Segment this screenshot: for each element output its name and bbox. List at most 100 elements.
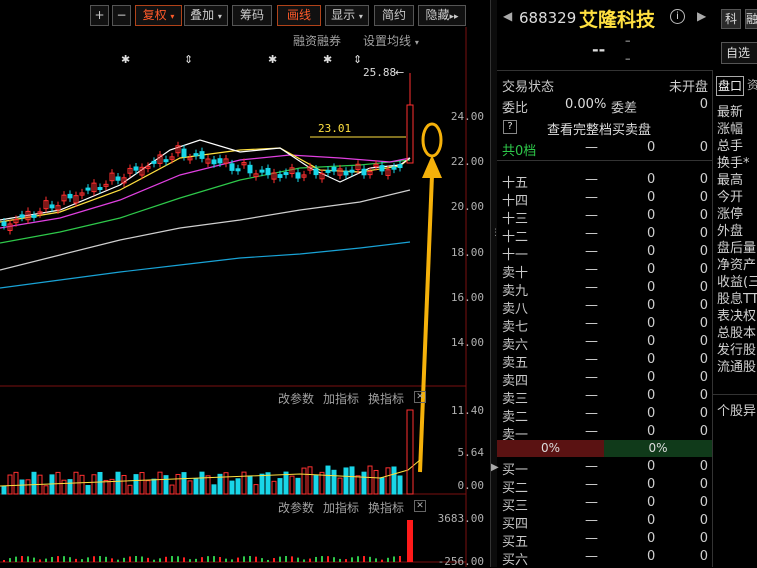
vol-tick: 0.00 (457, 479, 485, 492)
volume-bar (373, 469, 379, 495)
volume-bar (25, 479, 31, 495)
macd-bar (45, 558, 47, 562)
volume-bar (133, 474, 139, 495)
info-icon[interactable]: i (670, 9, 685, 24)
candle (391, 166, 397, 170)
macd-bar (393, 556, 395, 562)
volume-bar (325, 465, 331, 495)
macd-huanzhibiao[interactable]: 换指标 (368, 499, 404, 516)
macd-bar (99, 556, 101, 562)
candle (85, 187, 91, 191)
kline-chart-area[interactable]: + − 复权 ▾ 叠加 ▾ 筹码 画线 显示 ▾ 简约 隐藏▸▸ 融资融券 设置… (0, 0, 490, 568)
buy-level-row: 买三 — 0 0 (497, 495, 712, 514)
level-price: — (585, 262, 598, 277)
next-stock-icon[interactable]: ▶ (697, 9, 706, 23)
macd-gaicanshu[interactable]: 改参数 (278, 499, 314, 516)
level-label: 卖四 (502, 374, 529, 389)
macd-bar (339, 558, 341, 562)
candlesticks (1, 141, 403, 235)
prev-stock-icon[interactable]: ◀ (503, 9, 512, 23)
sell-level-row: 十二 — 0 0 (497, 226, 712, 245)
volume-bar (211, 484, 217, 495)
side-footer-link[interactable]: 个股异 (717, 400, 756, 419)
sell-level-row: 卖八 — 0 0 (497, 298, 712, 317)
candle (229, 163, 235, 171)
macd-jiazhibiao[interactable]: 加指标 (323, 499, 359, 516)
volume-bar (283, 471, 289, 495)
candle (67, 193, 73, 199)
level-label: 卖七 (502, 320, 529, 335)
level-volume: 0 (647, 352, 656, 367)
level-price: — (585, 406, 598, 421)
buy-level-row: 买四 — 0 0 (497, 513, 712, 532)
total-dash: — (585, 140, 598, 155)
volume-bar (199, 471, 205, 495)
level-price: — (585, 298, 598, 313)
level-volume: 0 (647, 459, 656, 474)
macd-bar (69, 557, 71, 562)
level-orders: 0 (699, 531, 708, 546)
panel-splitter[interactable]: ⋮ ▶ (490, 0, 500, 567)
macd-bar (345, 559, 347, 562)
vol-gaicanshu[interactable]: 改参数 (278, 390, 314, 407)
tab-zijin[interactable]: 资 (747, 76, 757, 96)
close-icon[interactable]: ✕ (414, 500, 426, 512)
level-label: 买五 (502, 535, 529, 550)
volume-bar (259, 473, 265, 495)
macd-bar-last (407, 520, 413, 562)
vol-tick: 11.40 (450, 404, 484, 417)
vol-huanzhibiao[interactable]: 换指标 (368, 390, 404, 407)
level-label: 卖六 (502, 338, 529, 353)
view-full-book-link[interactable]: ? 查看完整档买卖盘 (497, 118, 712, 138)
level-orders: 0 (699, 226, 708, 241)
volume-bar (331, 469, 337, 495)
macd-bar (147, 557, 149, 562)
macd-bar (255, 556, 257, 562)
macd-bar (351, 557, 353, 562)
candle-last (406, 104, 414, 164)
close-icon[interactable]: ✕ (414, 391, 426, 403)
level-label: 十四 (502, 194, 529, 209)
candle (193, 153, 199, 157)
volume-bar (277, 478, 283, 495)
level-label: 买四 (502, 517, 529, 532)
level-orders: 0 (699, 280, 708, 295)
level-price: — (585, 190, 598, 205)
level-price: — (585, 334, 598, 349)
total-v2: 0 (699, 140, 708, 155)
volume-bar (229, 480, 235, 495)
candle (349, 169, 355, 173)
vol-jiazhibiao[interactable]: 加指标 (323, 390, 359, 407)
macd-tick: -256.00 (437, 555, 484, 568)
macd-bar (87, 557, 89, 562)
volume-bar (31, 471, 37, 495)
price-tick: 18.00 (450, 246, 484, 259)
volume-bar (307, 466, 313, 495)
volume-bar (79, 474, 85, 495)
volume-bar (247, 475, 253, 495)
change-percent: – (625, 52, 631, 65)
view-full-book-label: 查看完整档买卖盘 (547, 123, 652, 138)
candle (97, 187, 103, 191)
macd-bar (285, 556, 287, 562)
sell-level-row: 卖六 — 0 0 (497, 334, 712, 353)
macd-bar (51, 556, 53, 562)
level-price: — (585, 244, 598, 259)
zixuan-button[interactable]: 自选 (721, 42, 757, 64)
level-volume: 0 (647, 244, 656, 259)
volume-bar (295, 477, 301, 495)
macd-bar (15, 556, 17, 562)
volume-bar (187, 480, 193, 495)
macd-bar (231, 559, 233, 562)
tab-pankou[interactable]: 盘口 (716, 76, 744, 96)
volume-bar (103, 479, 109, 495)
price-tick: 24.00 (450, 110, 484, 123)
candle (247, 164, 253, 174)
level-price: — (585, 316, 598, 331)
volume-bar (157, 471, 163, 495)
macd-bar (309, 558, 311, 562)
candle (313, 168, 319, 176)
weibi-row: 委比 0.00% 委差 0 (497, 97, 712, 116)
macd-bar (261, 558, 263, 562)
level-price: — (585, 495, 598, 510)
